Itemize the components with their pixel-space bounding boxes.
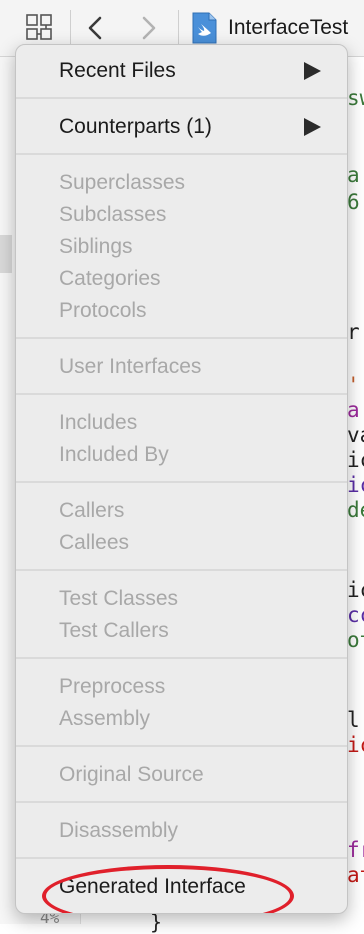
code-fragment: ic bbox=[347, 448, 364, 472]
menu-item-callers: Callers bbox=[59, 499, 125, 522]
menu-separator bbox=[16, 97, 347, 99]
code-fragment: ic bbox=[347, 473, 364, 497]
code-fragment: cc bbox=[347, 603, 364, 627]
menu-separator bbox=[16, 657, 347, 659]
menu-item-protocols: Protocols bbox=[59, 299, 147, 322]
menu-item-assembly: Assembly bbox=[59, 707, 151, 730]
back-chevron-icon[interactable] bbox=[80, 10, 112, 46]
menu-item-counterparts[interactable]: Counterparts (1) bbox=[59, 113, 212, 141]
code-fragment: va bbox=[347, 423, 364, 447]
menu-item-generated-interface[interactable]: Generated Interface bbox=[59, 873, 246, 901]
menu-item-preprocess: Preprocess bbox=[59, 675, 166, 698]
menu-item-disassembly: Disassembly bbox=[59, 819, 179, 842]
menu-item-included-by: Included By bbox=[59, 443, 169, 466]
code-fragment: l bbox=[347, 708, 360, 732]
menu-item-user-interfaces: User Interfaces bbox=[59, 355, 202, 378]
menu-item-includes: Includes bbox=[59, 411, 138, 434]
forward-chevron-icon[interactable] bbox=[134, 10, 166, 46]
code-fragment: ic bbox=[347, 733, 364, 757]
gutter-highlight bbox=[0, 235, 12, 273]
submenu-arrow-icon bbox=[304, 62, 321, 80]
toolbar-divider bbox=[178, 10, 179, 46]
menu-separator bbox=[16, 857, 347, 859]
code-fragment: ot bbox=[347, 628, 364, 652]
code-fragment: de bbox=[347, 498, 364, 522]
related-items-grid-icon[interactable] bbox=[24, 12, 56, 44]
menu-item-recent-files[interactable]: Recent Files bbox=[59, 57, 176, 85]
menu-separator bbox=[16, 569, 347, 571]
menu-separator bbox=[16, 153, 347, 155]
menu-item-original-source: Original Source bbox=[59, 763, 204, 786]
menu-item-siblings: Siblings bbox=[59, 235, 133, 258]
menu-separator bbox=[16, 801, 347, 803]
code-fragment: at bbox=[347, 863, 364, 887]
menu-item-categories: Categories bbox=[59, 267, 161, 290]
file-title-breadcrumb[interactable]: InterfaceTest bbox=[228, 14, 348, 42]
menu-item-test-callers: Test Callers bbox=[59, 619, 169, 642]
code-fragment: fr bbox=[347, 838, 364, 862]
code-fragment: a bbox=[347, 398, 360, 422]
code-fragment: 6 bbox=[347, 190, 360, 214]
submenu-arrow-icon bbox=[304, 118, 321, 136]
code-fragment: r bbox=[347, 320, 360, 344]
menu-separator bbox=[16, 393, 347, 395]
menu-item-subclasses: Subclasses bbox=[59, 203, 167, 226]
menu-separator bbox=[16, 337, 347, 339]
menu-separator bbox=[16, 481, 347, 483]
menu-item-test-classes: Test Classes bbox=[59, 587, 179, 610]
code-fragment: ic bbox=[347, 578, 364, 602]
related-items-menu: Recent Files Counterparts (1) Superclass… bbox=[15, 44, 348, 914]
menu-item-callees: Callees bbox=[59, 531, 130, 554]
swift-file-icon bbox=[190, 12, 218, 44]
menu-item-superclasses: Superclasses bbox=[59, 171, 186, 194]
menu-separator bbox=[16, 745, 347, 747]
code-fragment: a bbox=[347, 163, 360, 187]
code-fragment: ' bbox=[347, 373, 360, 397]
toolbar-divider bbox=[70, 10, 71, 46]
code-fragment: sw bbox=[347, 86, 364, 110]
